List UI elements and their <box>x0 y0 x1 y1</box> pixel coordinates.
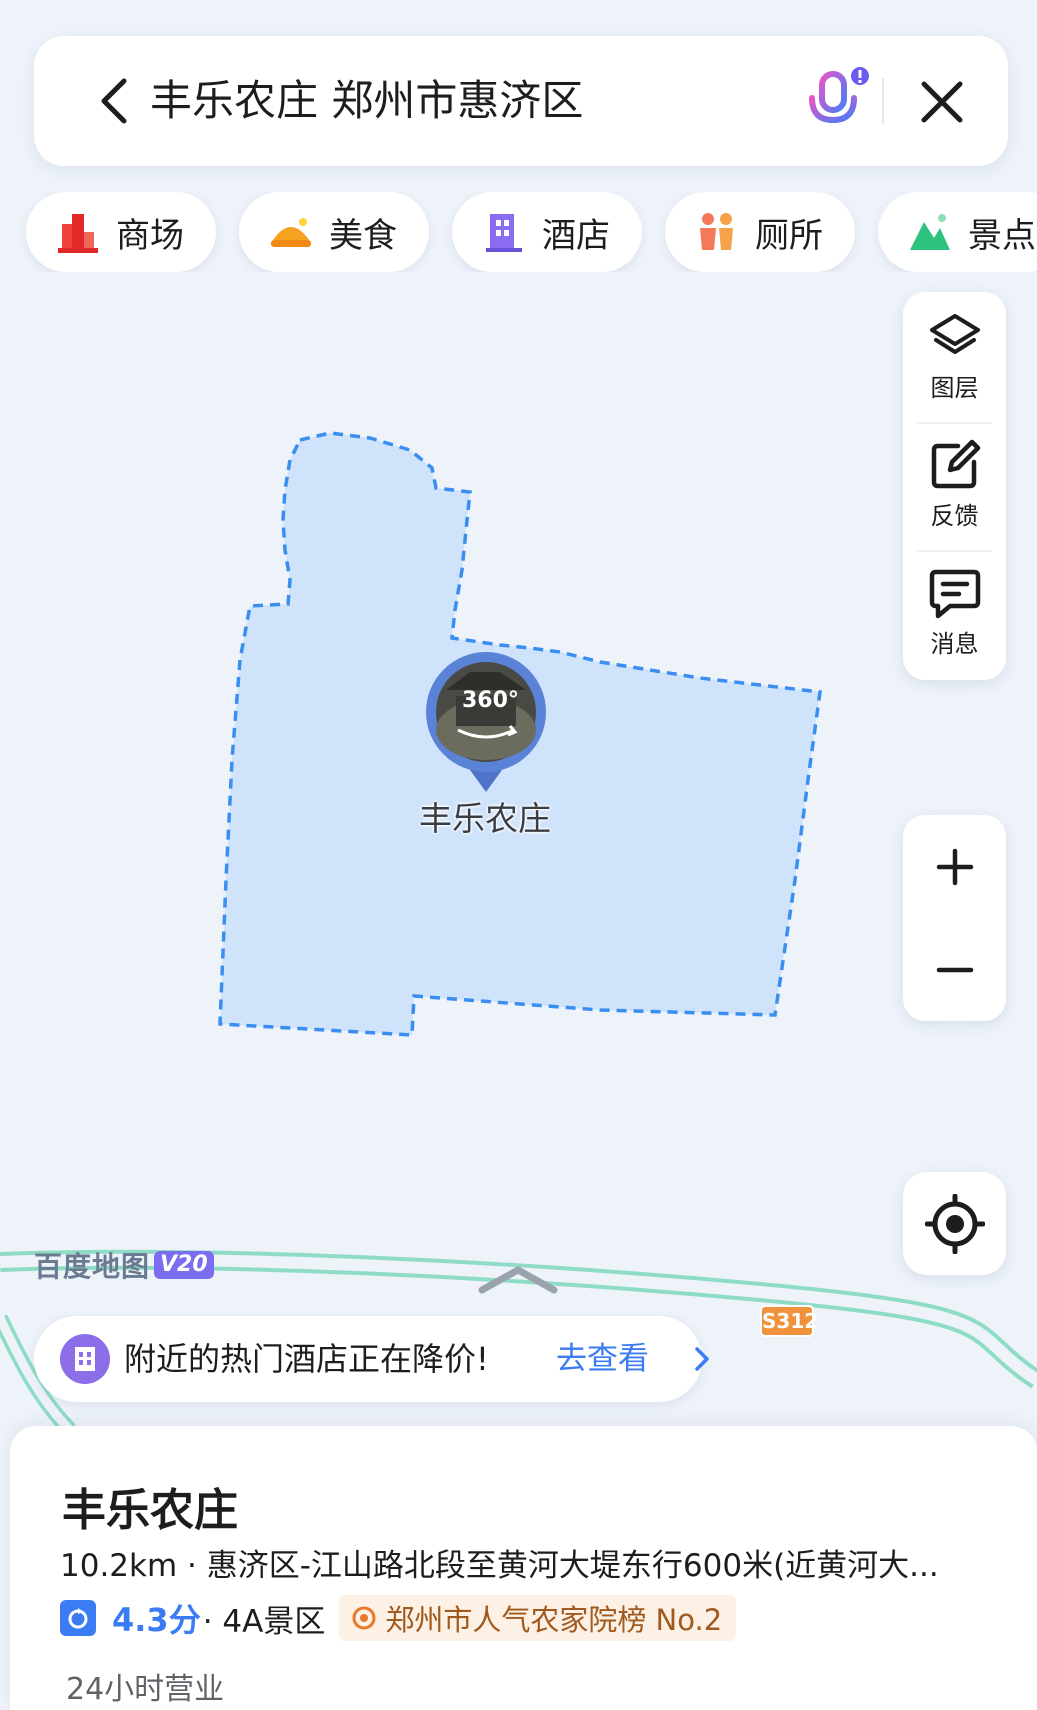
map-poi-label[interactable]: 丰乐农庄 <box>380 792 590 840</box>
poi-detail-sheet[interactable]: 丰乐农庄 10.2km · 惠济区-江山路北段至黄河大堤东行600米(近黄河大.… <box>10 1426 1037 1710</box>
360-badge-text: 360° <box>462 688 519 713</box>
voice-search-button[interactable] <box>794 62 874 142</box>
chip-label: 商场 <box>116 215 184 256</box>
chip-label: 酒店 <box>542 215 610 256</box>
food-icon <box>271 218 311 247</box>
banner-link[interactable]: 去查看 <box>556 1336 649 1382</box>
road-shield-s312: S312 <box>760 1305 818 1337</box>
logo-version: V20 <box>154 1251 214 1279</box>
minus-icon <box>936 967 973 972</box>
logo-text: 百度地图 <box>34 1250 151 1283</box>
back-button[interactable] <box>90 72 136 130</box>
layers-icon <box>929 313 980 354</box>
baidu-map-logo: 百度地图 V20 <box>34 1248 214 1283</box>
search-bar[interactable]: 丰乐农庄 郑州市惠济区 <box>34 36 1008 166</box>
microphone-icon <box>809 67 869 135</box>
message-icon <box>929 569 980 618</box>
locate-me-button[interactable] <box>903 1172 1006 1275</box>
poi-address: 10.2km · 惠济区-江山路北段至黄河大堤东行600米(近黄河大... <box>60 1548 939 1584</box>
chip-label: 厕所 <box>755 215 823 256</box>
feedback-icon <box>931 439 980 488</box>
zoom-out-button[interactable] <box>903 918 1006 1021</box>
poi-rating: 4.3分 <box>112 1601 201 1639</box>
messages-label: 消息 <box>930 629 979 658</box>
category-chips: 商场 美食 酒店 厕所 景点 <box>0 192 1037 272</box>
chip-label: 景点 <box>968 215 1036 256</box>
close-icon <box>921 81 963 123</box>
search-divider <box>882 78 884 124</box>
plus-icon <box>936 848 973 885</box>
chip-scenic[interactable]: 景点 <box>878 192 1037 272</box>
ranking-tag[interactable]: 郑州市人气农家院榜 No.2 <box>339 1595 737 1641</box>
poi-category: · 4A景区 <box>202 1603 326 1640</box>
chip-mall[interactable]: 商场 <box>26 192 216 272</box>
chip-label: 美食 <box>329 215 397 256</box>
chip-hotel[interactable]: 酒店 <box>452 192 642 272</box>
chip-food[interactable]: 美食 <box>239 192 429 272</box>
hotel-icon <box>486 214 522 252</box>
toilet-icon <box>700 213 733 250</box>
search-query[interactable]: 丰乐农庄 郑州市惠济区 <box>150 72 583 130</box>
hotel-promo-banner[interactable]: 附近的热门酒店正在降价! 去查看 <box>34 1316 709 1402</box>
ranking-icon <box>352 1606 376 1630</box>
layers-button[interactable]: 图层 <box>903 294 1006 418</box>
banner-text: 附近的热门酒店正在降价! <box>124 1340 489 1378</box>
ranking-text: 郑州市人气农家院榜 No.2 <box>385 1603 723 1637</box>
poi-meta-row: 4.3分 · 4A景区 郑州市人气农家院榜 No.2 <box>60 1594 737 1642</box>
messages-button[interactable]: 消息 <box>903 550 1006 674</box>
chevron-left-icon <box>101 78 127 124</box>
chevron-right-icon <box>695 1347 709 1371</box>
scenic-icon <box>910 214 950 250</box>
layers-label: 图层 <box>930 373 979 402</box>
sheet-expand-handle[interactable] <box>478 1264 558 1294</box>
hotel-icon <box>60 1334 110 1384</box>
zoom-controls <box>903 815 1006 1021</box>
chip-toilet[interactable]: 厕所 <box>665 192 855 272</box>
mall-icon <box>58 214 98 253</box>
zoom-in-button[interactable] <box>903 815 1006 918</box>
poi-title: 丰乐农庄 <box>62 1485 238 1536</box>
map-tool-panel: 图层 反馈 消息 <box>903 292 1006 680</box>
clear-button[interactable] <box>910 70 974 134</box>
feedback-label: 反馈 <box>930 501 979 530</box>
poi-hours: 24小时营业 <box>66 1672 225 1707</box>
feedback-button[interactable]: 反馈 <box>903 422 1006 546</box>
locate-icon <box>924 1193 985 1254</box>
rating-icon <box>60 1600 96 1636</box>
